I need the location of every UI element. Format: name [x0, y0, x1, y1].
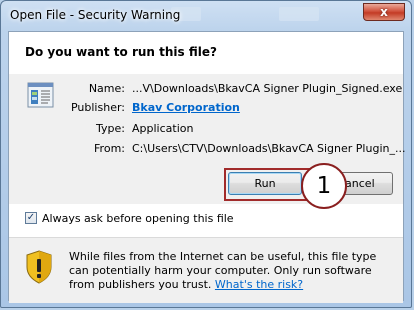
always-ask-checkbox[interactable]: ✓	[25, 212, 37, 224]
from-label: From:	[94, 142, 125, 155]
close-icon: x	[380, 5, 388, 19]
close-button[interactable]: x	[363, 3, 405, 21]
from-value: C:\Users\CTV\Downloads\BkavCA Signer Plu…	[132, 142, 406, 155]
publisher-label: Publisher:	[70, 101, 125, 114]
warning-message: While files from the Internet can be use…	[69, 250, 379, 292]
warning-area: While files from the Internet can be use…	[9, 237, 403, 303]
type-value: Application	[132, 122, 194, 135]
title-bar[interactable]: Open File - Security Warning x	[1, 1, 411, 31]
publisher-link[interactable]: Bkav Corporation	[132, 101, 240, 114]
heading-band: Do you want to run this file?	[9, 32, 403, 75]
background-tab-blur	[279, 7, 319, 21]
whats-the-risk-link[interactable]: What's the risk?	[215, 278, 303, 291]
step-callout-badge: 1	[301, 163, 347, 209]
dialog-content: Do you want to run this file? Name: ...V…	[8, 31, 406, 303]
type-label: Type:	[96, 122, 125, 135]
dialog-question: Do you want to run this file?	[25, 45, 217, 59]
security-warning-dialog: Open File - Security Warning x Do you wa…	[0, 0, 412, 308]
run-button[interactable]: Run	[228, 172, 302, 195]
name-value: ...V\Downloads\BkavCA Signer Plugin_Sign…	[132, 82, 403, 95]
always-ask-label[interactable]: Always ask before opening this file	[42, 212, 234, 225]
warning-shield-icon	[26, 250, 52, 284]
name-label: Name:	[88, 82, 125, 95]
window-title: Open File - Security Warning	[10, 8, 181, 22]
